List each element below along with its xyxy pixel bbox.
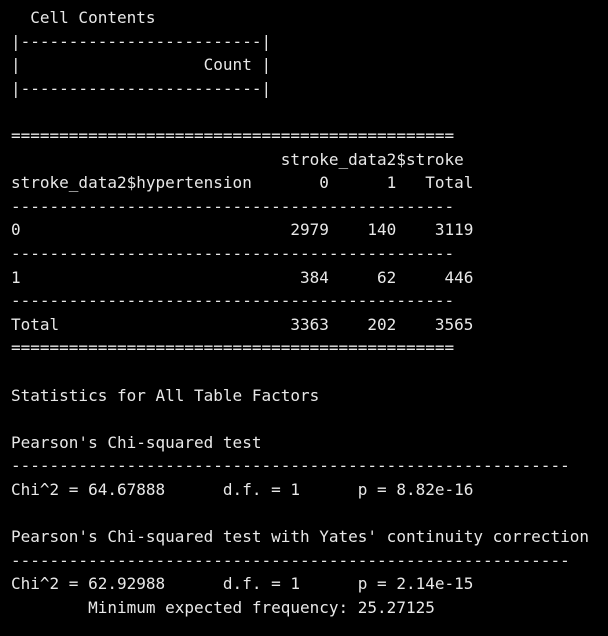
chi-squared-test-title: Pearson's Chi-squared test — [11, 432, 262, 452]
table-row-divider: ----------------------------------------… — [11, 243, 455, 263]
table-row-hypertension-0: 0 2979 140 3119 — [11, 220, 474, 240]
table-column-variable-header: stroke_data2$stroke — [11, 149, 464, 169]
cell-contents-title: Cell Contents — [11, 8, 156, 27]
chi-squared-test-result: Chi^2 = 64.67888 d.f. = 1 p = 8.82e-16 — [11, 479, 474, 499]
stat-divider: ----------------------------------------… — [11, 456, 570, 476]
cell-box-count-label: | Count | — [11, 55, 272, 75]
stat-divider: ----------------------------------------… — [11, 550, 570, 570]
cell-box-top-border: |-------------------------| — [11, 31, 272, 51]
yates-test-result: Chi^2 = 62.92988 d.f. = 1 p = 2.14e-15 — [11, 574, 474, 594]
statistics-heading: Statistics for All Table Factors — [11, 385, 320, 405]
yates-test-title: Pearson's Chi-squared test with Yates' c… — [11, 527, 589, 547]
table-row-divider: ----------------------------------------… — [11, 291, 455, 311]
table-top-rule: ========================================… — [11, 125, 455, 145]
table-row-divider: ----------------------------------------… — [11, 196, 455, 216]
table-row-total: Total 3363 202 3565 — [11, 314, 474, 334]
table-header-row: stroke_data2$hypertension 0 1 Total — [11, 173, 474, 193]
table-row-hypertension-1: 1 384 62 446 — [11, 267, 474, 287]
table-bottom-rule: ========================================… — [11, 338, 455, 358]
console-output: Cell Contents |-------------------------|… — [11, 6, 589, 619]
minimum-expected-frequency: Minimum expected frequency: 25.27125 — [11, 597, 435, 617]
cell-box-bottom-border: |-------------------------| — [11, 78, 272, 98]
